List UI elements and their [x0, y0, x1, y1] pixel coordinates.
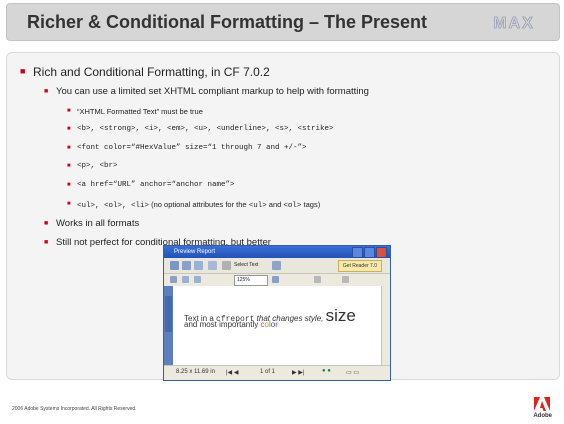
max-logo-text: MAX: [493, 15, 535, 32]
preview-status-bar: 8.25 x 11.69 in |◀ ◀ 1 of 1 ▶ ▶| ● ● ▭ ▭: [164, 365, 390, 380]
color-letter: r: [275, 320, 278, 329]
bullet-icon: ■: [67, 163, 71, 169]
page-size-label: 8.25 x 11.69 in: [176, 369, 215, 375]
max-logo-icon: MAX: [493, 15, 535, 32]
preview-document-area: Text in a cfreport that changes style, s…: [164, 286, 390, 366]
bullet-icon: ■: [67, 126, 71, 132]
bullet-anchor-tag: <a href=“URL” anchor=“anchor name”>: [77, 181, 235, 189]
list-tags-code: <ul>, <ol>, <li>: [77, 202, 150, 210]
bullet-icon: ■: [67, 145, 71, 151]
bullet-icon: ■: [67, 201, 71, 207]
next-page-icon[interactable]: ▶ ▶|: [292, 369, 304, 376]
slide: Richer & Conditional Formatting – The Pr…: [0, 0, 564, 424]
bookmarks-tab[interactable]: [165, 296, 172, 332]
preview-title-bar: Preview Report: [164, 246, 390, 258]
select-text-button[interactable]: Select Text: [234, 262, 258, 268]
bullet-list-tags: <ul>, <ol>, <li> (no optional attributes…: [77, 200, 320, 210]
preview-text-line2: and most importantly color: [184, 320, 278, 329]
snapshot-icon[interactable]: [272, 261, 281, 270]
adobe-logo-icon: [534, 397, 550, 411]
hand-tool-icon[interactable]: [208, 261, 217, 270]
close-icon[interactable]: [376, 247, 387, 258]
bullet-icon: ■: [44, 239, 49, 246]
copyright-footer: 2006 Adobe Systems Incorporated. All Rig…: [12, 406, 137, 412]
bullet-icon: ■: [20, 66, 26, 76]
preview-report-window: Preview Report Select Text Get Reader 7.…: [163, 245, 391, 381]
maximize-icon[interactable]: [364, 247, 375, 258]
list-note-prefix: (no optional attributes for the: [151, 200, 247, 209]
bullet-tags-inline: <b>, <strong>, <i>, <em>, <u>, <underlin…: [77, 125, 334, 133]
zoom-in-icon[interactable]: [272, 276, 279, 283]
preview-color-word: color: [261, 320, 278, 329]
first-page-icon[interactable]: |◀ ◀: [226, 369, 238, 376]
bullet-icon: ■: [44, 220, 49, 227]
fit-width-icon[interactable]: [194, 276, 201, 283]
preview-text-line2-label: and most importantly: [184, 320, 259, 329]
list-note-suffix: tags): [303, 200, 321, 209]
preview-window-title: Preview Report: [174, 249, 216, 255]
email-icon[interactable]: [194, 261, 203, 270]
slide-title: Richer & Conditional Formatting – The Pr…: [27, 12, 428, 32]
bullet-font-tag: <font color=“#HexValue” size=“1 through …: [77, 144, 307, 152]
find-icon[interactable]: [342, 276, 349, 283]
rotate-icon[interactable]: [314, 276, 321, 283]
preview-text-size: size: [325, 306, 356, 325]
save-icon[interactable]: [170, 261, 179, 270]
layout-icon[interactable]: ▭ ▭: [346, 369, 359, 376]
bullet-p-br: <p>, <br>: [77, 162, 118, 170]
vertical-scrollbar[interactable]: [381, 286, 390, 366]
bullet-main: Rich and Conditional Formatting, in CF 7…: [33, 65, 270, 79]
back-icon[interactable]: ● ●: [322, 368, 331, 374]
title-bar: Richer & Conditional Formatting – The Pr…: [6, 3, 560, 41]
list-note-ol: <ol>: [283, 202, 302, 210]
page-indicator: 1 of 1: [260, 369, 276, 375]
zoom-icon[interactable]: [170, 276, 177, 283]
bullet-all-formats: Works in all formats: [56, 218, 140, 229]
list-note-ul: <ul>: [248, 202, 267, 210]
side-panel: [164, 286, 173, 366]
fit-page-icon[interactable]: [182, 276, 189, 283]
zoom-select[interactable]: 125%: [234, 275, 268, 286]
list-note-and: and: [268, 200, 282, 209]
bullet-icon: ■: [44, 88, 49, 95]
adobe-wordmark: Adobe: [533, 413, 552, 419]
select-text-icon[interactable]: [222, 261, 231, 270]
bullet-icon: ■: [67, 108, 71, 114]
bullet-xhtml-flag: “XHTML Formatted Text” must be true: [77, 107, 203, 116]
preview-toolbar-main: Select Text Get Reader 7.0: [164, 258, 390, 274]
minimize-icon[interactable]: [352, 247, 363, 258]
bullet-sub-xhtml: You can use a limited set XHTML complian…: [56, 86, 369, 97]
get-reader-button[interactable]: Get Reader 7.0: [337, 260, 382, 272]
bullet-icon: ■: [67, 182, 71, 188]
print-icon[interactable]: [182, 261, 191, 270]
